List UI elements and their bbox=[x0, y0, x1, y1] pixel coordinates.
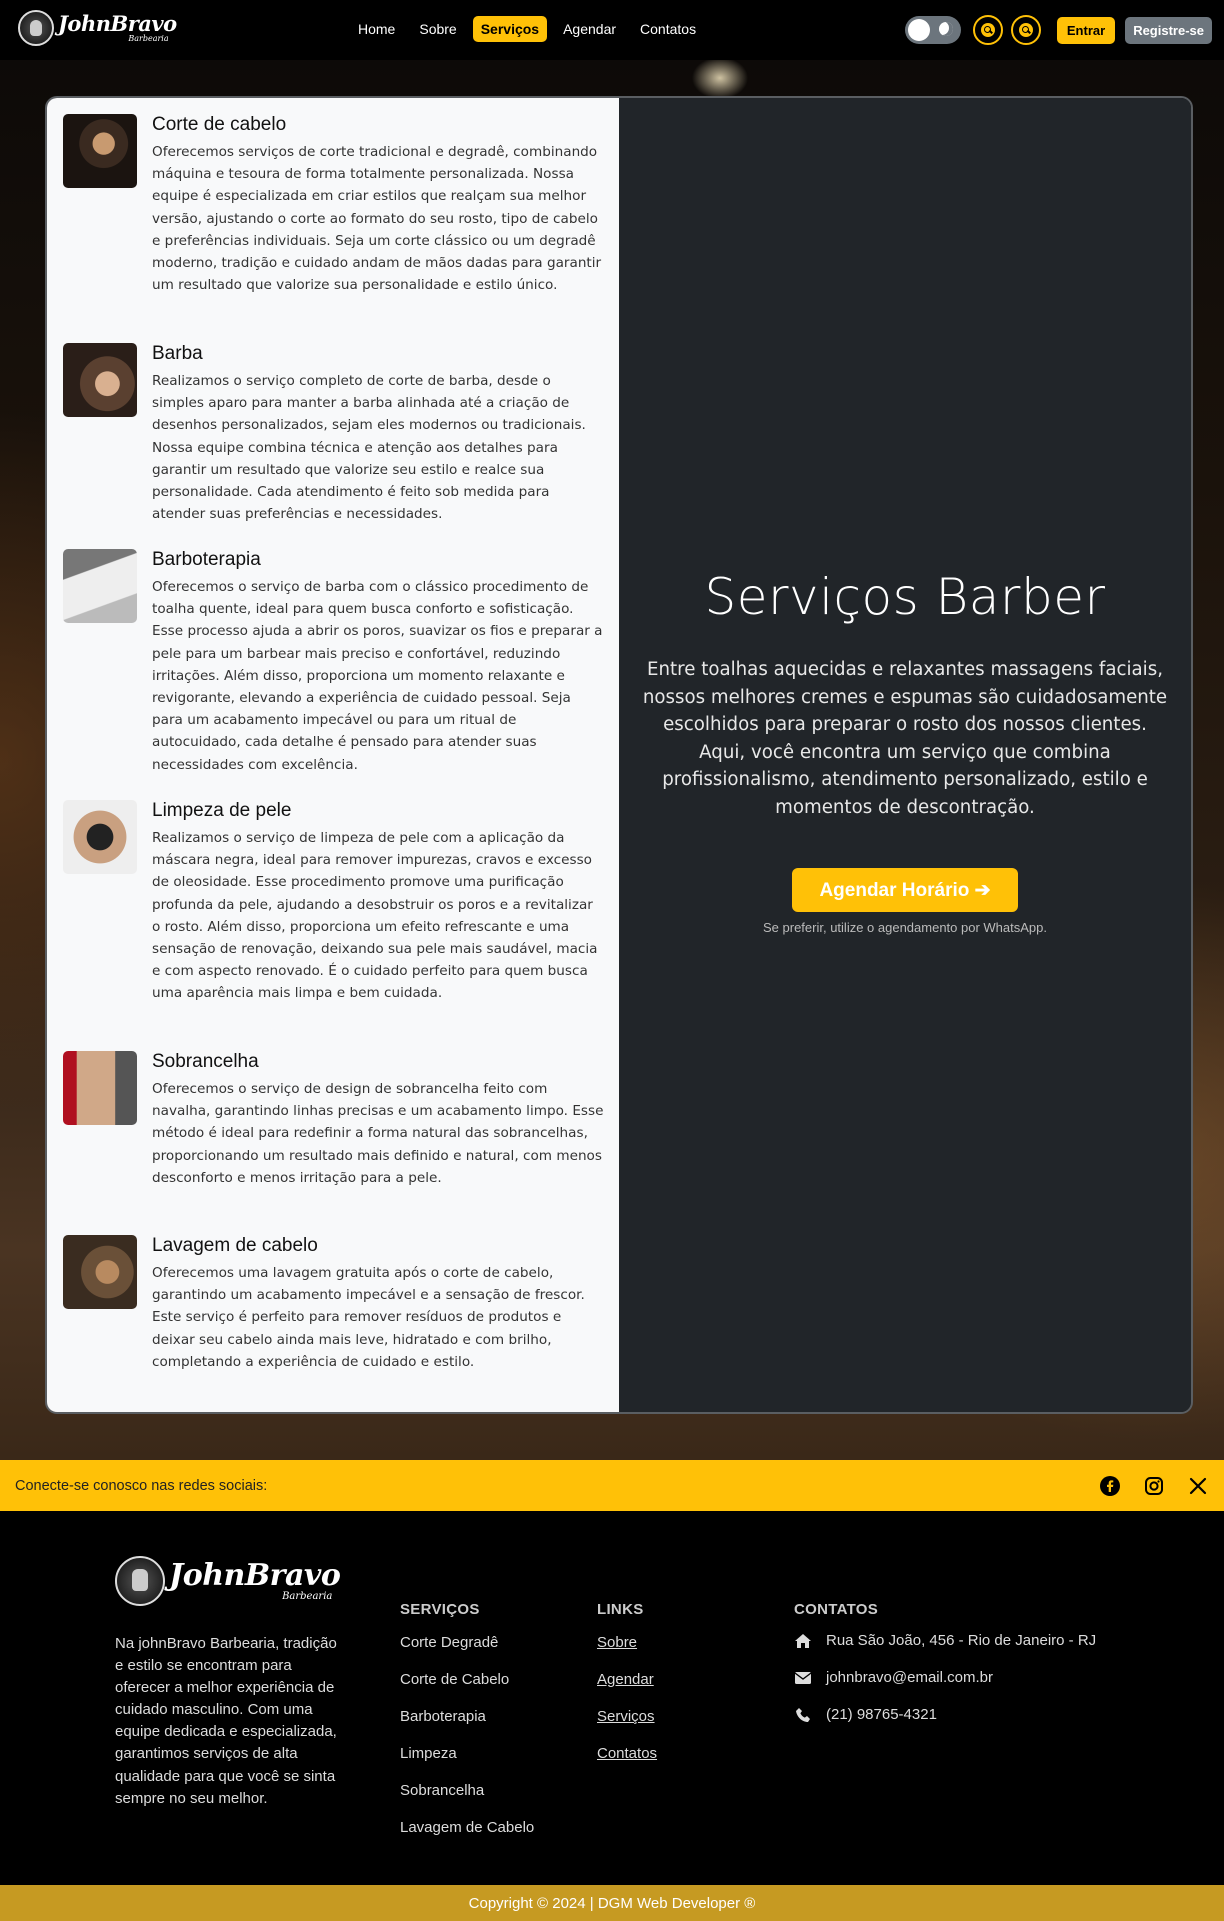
facebook-icon[interactable] bbox=[1099, 1475, 1121, 1497]
nav-home[interactable]: Home bbox=[350, 16, 403, 42]
service-facial-image bbox=[63, 800, 137, 874]
nav-actions: Entrar Registre-se bbox=[904, 15, 1212, 45]
footer-service-item[interactable]: Sobrancelha bbox=[400, 1780, 534, 1817]
service-hot-towel-image bbox=[63, 549, 137, 623]
footer-logo[interactable]: JohnBravo Barbearia bbox=[115, 1556, 341, 1606]
service-description: Oferecemos o serviço de barba com o clás… bbox=[152, 579, 603, 773]
footer-links-heading: LINKS bbox=[597, 1601, 644, 1618]
instagram-icon[interactable] bbox=[1143, 1475, 1165, 1497]
copyright-text: Copyright © 2024 | DGM Web Developer ® bbox=[468, 1894, 756, 1912]
service-title: Sobrancelha bbox=[152, 1051, 259, 1072]
moon-icon bbox=[938, 22, 953, 36]
brand-subtitle: Barbearia bbox=[128, 34, 169, 43]
barber-emblem-icon bbox=[18, 10, 54, 46]
brand-logo[interactable]: JohnBravo Barbearia bbox=[18, 10, 177, 46]
service-title: Barboterapia bbox=[152, 549, 261, 570]
copyright-bar: Copyright © 2024 | DGM Web Developer ® bbox=[0, 1885, 1224, 1921]
brand-subtitle: Barbearia bbox=[282, 1590, 333, 1602]
service-description: Oferecemos uma lavagem gratuita após o c… bbox=[152, 1265, 585, 1370]
footer-contacts-heading: CONTATOS bbox=[794, 1601, 879, 1618]
footer-email[interactable]: johnbravo@email.com.br bbox=[794, 1669, 1096, 1706]
brand-name: JohnBravo bbox=[169, 1557, 341, 1593]
service-title: Lavagem de cabelo bbox=[152, 1235, 318, 1256]
footer-link-contatos[interactable]: Contatos bbox=[597, 1743, 657, 1780]
zoom-out-button[interactable] bbox=[1010, 15, 1041, 45]
footer-contacts-column: CONTATOS Rua São João, 456 - Rio de Jane… bbox=[794, 1601, 1096, 1743]
footer-services-heading: SERVIÇOS bbox=[400, 1601, 480, 1618]
footer-links-column: LINKS Sobre Agendar Serviços Contatos bbox=[597, 1601, 657, 1780]
nav-contatos[interactable]: Contatos bbox=[632, 16, 704, 42]
brand-name: JohnBravo bbox=[58, 11, 177, 36]
phone-icon bbox=[794, 1706, 812, 1724]
service-eyebrow-image bbox=[63, 1051, 137, 1125]
footer-service-item[interactable]: Corte Degradê bbox=[400, 1632, 534, 1669]
home-icon bbox=[794, 1632, 812, 1650]
footer-service-item[interactable]: Lavagem de Cabelo bbox=[400, 1817, 534, 1854]
login-button[interactable]: Entrar bbox=[1056, 16, 1116, 44]
service-item: Limpeza de pele Realizamos o serviço de … bbox=[63, 800, 605, 1051]
footer-phone[interactable]: (21) 98765-4321 bbox=[794, 1706, 1096, 1743]
barber-emblem-icon bbox=[115, 1556, 165, 1606]
service-description: Realizamos o serviço completo de corte d… bbox=[152, 373, 586, 523]
theme-toggle[interactable] bbox=[904, 16, 961, 44]
services-card: Corte de cabelo Oferecemos serviços de c… bbox=[45, 96, 1193, 1414]
service-item: Sobrancelha Oferecemos o serviço de desi… bbox=[63, 1051, 605, 1235]
service-haircut-image bbox=[63, 114, 137, 188]
x-icon[interactable] bbox=[1187, 1475, 1209, 1497]
service-description: Realizamos o serviço de limpeza de pele … bbox=[152, 830, 598, 1002]
whatsapp-note: Se preferir, utilize o agendamento por W… bbox=[763, 920, 1047, 935]
footer-link-agendar[interactable]: Agendar bbox=[597, 1669, 657, 1706]
service-hair-wash-image bbox=[63, 1235, 137, 1309]
service-title: Limpeza de pele bbox=[152, 800, 292, 821]
service-beard-image bbox=[63, 343, 137, 417]
service-title: Corte de cabelo bbox=[152, 114, 287, 135]
footer: JohnBravo Barbearia Na johnBravo Barbear… bbox=[0, 1511, 1224, 1885]
services-panel: Serviços Barber Entre toalhas aquecidas … bbox=[619, 98, 1191, 1412]
service-item: Corte de cabelo Oferecemos serviços de c… bbox=[63, 114, 605, 343]
footer-service-item[interactable]: Barboterapia bbox=[400, 1706, 534, 1743]
panel-text: Entre toalhas aquecidas e relaxantes mas… bbox=[642, 659, 1168, 818]
footer-address: Rua São João, 456 - Rio de Janeiro - RJ bbox=[794, 1632, 1096, 1669]
nav-sobre[interactable]: Sobre bbox=[411, 16, 464, 42]
social-text: Conecte-se conosco nas redes sociais: bbox=[15, 1477, 268, 1494]
toggle-knob bbox=[907, 19, 930, 41]
footer-service-item[interactable]: Limpeza bbox=[400, 1743, 534, 1780]
service-item: Barboterapia Oferecemos o serviço de bar… bbox=[63, 549, 605, 800]
service-item: Lavagem de cabelo Oferecemos uma lavagem… bbox=[63, 1235, 605, 1405]
footer-about: Na johnBravo Barbearia, tradição e estil… bbox=[115, 1635, 337, 1807]
nav-links: Home Sobre Serviços Agendar Contatos bbox=[350, 16, 704, 42]
service-description: Oferecemos o serviço de design de sobran… bbox=[152, 1081, 604, 1186]
footer-link-servicos[interactable]: Serviços bbox=[597, 1706, 657, 1743]
envelope-icon bbox=[794, 1669, 812, 1687]
panel-title: Serviços Barber bbox=[704, 568, 1106, 626]
service-item: Barba Realizamos o serviço completo de c… bbox=[63, 343, 605, 549]
navbar: JohnBravo Barbearia Home Sobre Serviços … bbox=[0, 0, 1224, 60]
nav-agendar[interactable]: Agendar bbox=[555, 16, 624, 42]
social-icons bbox=[1099, 1475, 1209, 1497]
zoom-in-button[interactable] bbox=[972, 15, 1003, 45]
register-button[interactable]: Registre-se bbox=[1125, 16, 1212, 44]
service-title: Barba bbox=[152, 343, 203, 364]
zoom-out-icon bbox=[1018, 23, 1033, 37]
nav-servicos[interactable]: Serviços bbox=[472, 16, 548, 42]
schedule-button[interactable]: Agendar Horário ➔ bbox=[792, 868, 1018, 912]
services-list: Corte de cabelo Oferecemos serviços de c… bbox=[47, 98, 619, 1412]
footer-link-sobre[interactable]: Sobre bbox=[597, 1632, 657, 1669]
social-bar: Conecte-se conosco nas redes sociais: bbox=[0, 1460, 1224, 1511]
footer-services-column: SERVIÇOS Corte Degradê Corte de Cabelo B… bbox=[400, 1601, 534, 1854]
service-description: Oferecemos serviços de corte tradicional… bbox=[152, 144, 602, 294]
footer-service-item[interactable]: Corte de Cabelo bbox=[400, 1669, 534, 1706]
zoom-in-icon bbox=[980, 23, 995, 37]
